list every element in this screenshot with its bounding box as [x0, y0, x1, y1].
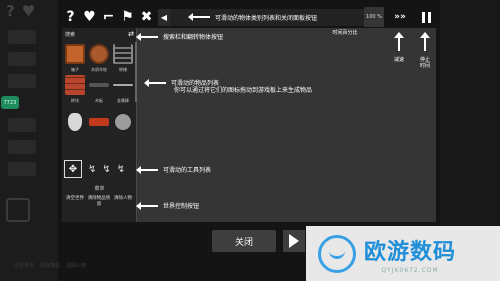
flip-icon[interactable]: ⇄	[128, 30, 134, 38]
tools-icon[interactable]: ✖	[138, 9, 155, 26]
shirt-icon[interactable]: ⚑	[119, 9, 136, 26]
slow-annotation: 减速	[393, 57, 404, 63]
play-icon[interactable]	[283, 230, 305, 252]
rope-tool-icon[interactable]: ↯	[117, 164, 125, 175]
heart-icon[interactable]: ♥	[81, 9, 98, 26]
cable-tool-icon[interactable]: ↯	[102, 164, 110, 175]
items-annotation-arrow: 可滑动的物品列表	[144, 78, 220, 87]
item-crate[interactable]	[65, 44, 85, 64]
menu-title: 菜单	[94, 186, 105, 192]
stop-annotation: 停止 时间	[412, 57, 438, 69]
background-item	[8, 52, 36, 66]
item-label: 金属棒	[117, 98, 129, 103]
item-wooden-wheel[interactable]	[89, 44, 109, 64]
category-toolbar: ? ♥ ⌐ ⚑ ✖ ◀ 可滑动的物体类别列表和关闭面板按钮 100 % »»	[62, 6, 436, 28]
close-button[interactable]: 关闭	[212, 230, 276, 252]
background-label: 清除物品	[40, 263, 61, 269]
watermark-title: 欧游数码	[364, 239, 457, 265]
tools-annotation: 可滑动的工具列表	[136, 165, 212, 174]
move-tool-icon[interactable]: ✥	[64, 160, 82, 178]
background-item	[8, 162, 36, 176]
background-tool-icon	[6, 198, 30, 222]
background-label: 清空世界	[14, 263, 35, 269]
item-shield[interactable]	[68, 113, 82, 131]
search-label[interactable]: 搜索	[65, 31, 75, 38]
item-label: 箱子	[71, 67, 79, 72]
item-label: 木质车轮	[91, 67, 107, 72]
search-bar[interactable]: 搜索 ⇄	[62, 28, 137, 40]
annotation-text: 世界控制按钮	[163, 203, 200, 210]
background-label: 清除人物	[66, 263, 87, 269]
world-annotation: 世界控制按钮	[136, 201, 200, 210]
status-chip[interactable]: 7723	[1, 96, 19, 109]
help-icon[interactable]: ?	[62, 9, 79, 26]
clear-debris-button[interactable]: 清除物品残留	[87, 196, 111, 208]
pause-icon[interactable]	[416, 7, 436, 27]
arrow-left-icon	[136, 165, 158, 174]
items-column: 搜索 ⇄ 箱子 木质车轮 转梯 砖块 木板 金属棒 ✥ ↯ ↯ ↯ 菜单 清空世…	[62, 28, 137, 222]
tools-row: ✥ ↯ ↯ ↯	[64, 158, 136, 180]
arrow-left-icon	[136, 201, 158, 210]
annotation-text: 可滑动的工具列表	[163, 167, 212, 174]
item-label: 转梯	[119, 67, 127, 72]
stop-annotation-line2: 时间	[419, 63, 430, 69]
background-item	[8, 140, 36, 154]
background-heart-icon: ♥	[21, 2, 36, 20]
clear-world-button[interactable]: 清空世界	[63, 196, 87, 202]
item-brick[interactable]	[65, 75, 85, 95]
item-label: 木板	[95, 98, 103, 103]
watermark-url: QYJK0672.COM	[381, 266, 439, 274]
time-percent-annotation: 时间百分比	[332, 30, 358, 36]
watermark: 欧游数码 QYJK0672.COM	[306, 226, 500, 281]
arrow-up-icon	[420, 32, 430, 51]
watermark-text: 欧游数码 QYJK0672.COM	[364, 234, 456, 274]
background-sidebar: ? ♥	[0, 0, 58, 281]
toolbar-strip: 可滑动的物体类别列表和关闭面板按钮	[170, 8, 364, 26]
arrow-up-icon	[394, 32, 404, 51]
background-item	[8, 74, 36, 88]
item-ball[interactable]	[115, 114, 131, 130]
time-percent-button[interactable]: 100 %	[364, 7, 384, 27]
clear-people-button[interactable]: 清除人物	[111, 196, 135, 202]
annotation-text: 可滑动的物品列表	[171, 80, 220, 87]
search-annotation: 搜索栏和翻转物体按钮	[136, 32, 224, 41]
time-controls: 100 % »»	[364, 6, 436, 28]
background-item	[8, 30, 36, 44]
item-plank[interactable]	[89, 83, 109, 87]
item-metal-rod[interactable]	[113, 84, 133, 86]
wire-tool-icon[interactable]: ↯	[88, 164, 96, 175]
items-scrollbar[interactable]	[135, 42, 137, 102]
watermark-logo-icon	[318, 234, 356, 273]
annotation-text: 搜索栏和翻转物体按钮	[163, 34, 224, 41]
arrow-left-icon	[144, 78, 166, 87]
item-label: 砖块	[71, 98, 79, 103]
slow-down-icon[interactable]: »»	[390, 7, 410, 27]
items-annotation-detail: 你可以通过将它们的图标拖动到游戏板上来生成物品	[174, 87, 313, 94]
arrow-left-icon	[188, 13, 210, 21]
annotation-text: 可滑动的物体类别列表和关闭面板按钮	[215, 14, 318, 22]
arrow-left-icon	[136, 32, 158, 41]
item-ladder[interactable]	[113, 44, 133, 64]
toolbar-annotation: 可滑动的物体类别列表和关闭面板按钮	[188, 13, 318, 22]
spawn-panel: 搜索 ⇄ 箱子 木质车轮 转梯 砖块 木板 金属棒 ✥ ↯ ↯ ↯ 菜单 清空世…	[62, 28, 436, 222]
background-help-icon: ?	[6, 2, 15, 20]
background-toolbar: ? ♥	[6, 2, 35, 20]
gun-icon[interactable]: ⌐	[100, 9, 117, 26]
background-item	[8, 118, 36, 132]
close-panel-chevron-icon[interactable]: ◀	[158, 8, 170, 26]
item-red-block[interactable]	[89, 118, 109, 126]
